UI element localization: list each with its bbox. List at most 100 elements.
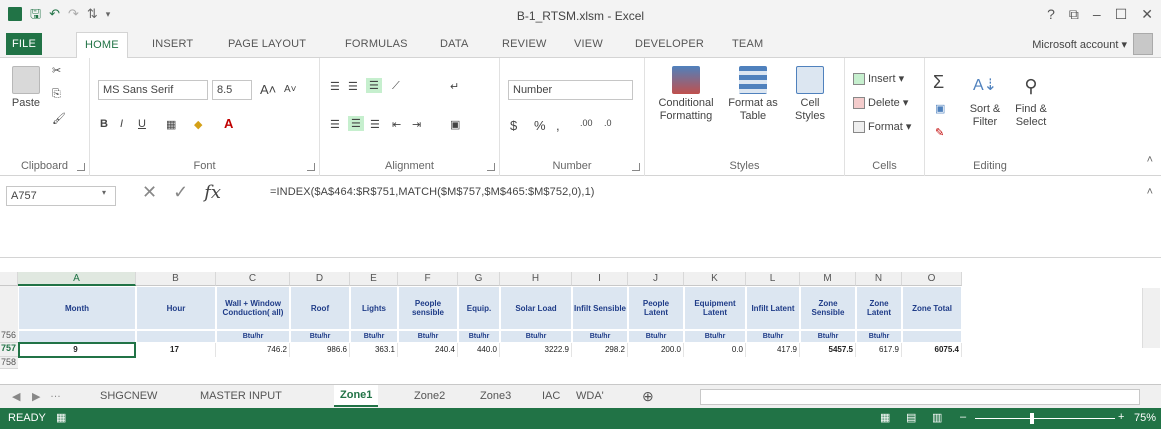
format-painter-icon[interactable]: 🖌 xyxy=(52,112,66,125)
sheet-tab-master-input[interactable]: MASTER INPUT xyxy=(200,388,282,404)
header-cell[interactable]: Infilt Sensible xyxy=(572,286,628,330)
column-header-a[interactable]: A xyxy=(18,272,136,286)
collapse-ribbon-icon[interactable]: ˄ xyxy=(1147,154,1153,166)
copy-icon[interactable]: ⎘ xyxy=(52,88,61,101)
align-right-icon[interactable]: ☰ xyxy=(370,118,380,131)
value-cell[interactable]: 0.0 xyxy=(684,343,746,357)
wrap-text-icon[interactable]: ↵ xyxy=(450,80,459,93)
maximize-button[interactable]: ☐ xyxy=(1115,6,1128,23)
horizontal-scrollbar[interactable] xyxy=(700,389,1140,405)
sort-filter-button[interactable]: A⇣ Sort & Filter xyxy=(963,72,1007,129)
conditional-formatting-button[interactable]: Conditional Formatting xyxy=(651,66,721,123)
minimize-button[interactable]: – xyxy=(1093,6,1101,23)
sheet-tab-wda[interactable]: WDA' xyxy=(576,388,604,404)
header-cell[interactable]: People sensible xyxy=(398,286,458,330)
value-cell[interactable]: 17 xyxy=(136,343,216,357)
zoom-slider[interactable] xyxy=(975,418,1115,419)
unit-cell[interactable]: Btu/hr xyxy=(398,330,458,343)
zoom-slider-thumb[interactable] xyxy=(1030,413,1034,424)
unit-cell[interactable]: Btu/hr xyxy=(290,330,350,343)
font-size-select[interactable]: 8.5 xyxy=(212,80,252,100)
borders-icon[interactable]: ▦ xyxy=(166,118,176,131)
comma-button[interactable]: , xyxy=(556,118,560,133)
value-cell[interactable]: 5457.5 xyxy=(800,343,856,357)
tab-file[interactable]: FILE xyxy=(6,33,42,55)
column-header-g[interactable]: G xyxy=(458,272,500,286)
unit-cell[interactable]: Btu/hr xyxy=(800,330,856,343)
row-header-757[interactable]: 757 xyxy=(0,343,18,357)
column-header-b[interactable]: B xyxy=(136,272,216,286)
row-header-756[interactable]: 756 xyxy=(0,330,18,343)
tab-review[interactable]: REVIEW xyxy=(502,38,547,50)
find-select-button[interactable]: ⚲ Find & Select xyxy=(1009,72,1053,129)
column-header-j[interactable]: J xyxy=(628,272,684,286)
align-bottom-icon[interactable]: ☰ xyxy=(366,78,382,93)
tab-data[interactable]: DATA xyxy=(440,38,469,50)
worksheet-grid[interactable]: ABCDEFGHIJKLMNO 755 756 757 758 MonthHou… xyxy=(0,258,1161,384)
enter-icon[interactable]: ✓ xyxy=(173,182,188,203)
value-cell[interactable]: 298.2 xyxy=(572,343,628,357)
merge-center-icon[interactable]: ▣ xyxy=(450,118,460,131)
zoom-in-icon[interactable]: + xyxy=(1118,411,1124,423)
close-button[interactable]: ✕ xyxy=(1141,6,1153,23)
shrink-font-button[interactable]: A˅ xyxy=(284,84,297,95)
ribbon-display-button[interactable]: ⧉ xyxy=(1069,6,1079,23)
number-format-select[interactable]: Number xyxy=(508,80,633,100)
value-cell[interactable]: 986.6 xyxy=(290,343,350,357)
sheet-tab-zone3[interactable]: Zone3 xyxy=(480,388,511,404)
unit-cell[interactable]: Btu/hr xyxy=(684,330,746,343)
paste-button[interactable]: Paste xyxy=(6,66,46,110)
prev-sheet-icon[interactable]: ◀ xyxy=(12,390,20,403)
column-header-d[interactable]: D xyxy=(290,272,350,286)
tab-page-layout[interactable]: PAGE LAYOUT xyxy=(228,38,306,50)
sheet-tab-zone2[interactable]: Zone2 xyxy=(414,388,445,404)
unit-cell[interactable]: Btu/hr xyxy=(628,330,684,343)
header-cell[interactable]: Zone Latent xyxy=(856,286,902,330)
align-left-icon[interactable]: ☰ xyxy=(330,118,340,131)
normal-view-icon[interactable]: ▦ xyxy=(880,411,890,424)
unit-cell[interactable]: Btu/hr xyxy=(856,330,902,343)
insert-function-icon[interactable]: fx xyxy=(204,182,221,203)
unit-cell[interactable]: Btu/hr xyxy=(746,330,800,343)
sheet-tab-iac[interactable]: IAC xyxy=(542,388,560,404)
column-header-m[interactable]: M xyxy=(800,272,856,286)
value-cell[interactable]: 746.2 xyxy=(216,343,290,357)
value-cell[interactable]: 6075.4 xyxy=(902,343,962,357)
font-launcher-icon[interactable] xyxy=(307,163,315,171)
format-button[interactable]: Format ▾ xyxy=(853,120,911,134)
macro-record-icon[interactable]: ▦ xyxy=(56,411,66,424)
name-box-dropdown-icon[interactable]: ▾ xyxy=(102,188,106,197)
header-cell[interactable]: Equip. xyxy=(458,286,500,330)
more-sheets-icon[interactable]: … xyxy=(50,388,61,400)
column-header-k[interactable]: K xyxy=(684,272,746,286)
clear-icon[interactable]: ✎ xyxy=(935,126,944,139)
cancel-icon[interactable]: ✕ xyxy=(142,182,157,203)
currency-button[interactable]: $ xyxy=(510,118,517,133)
unit-cell[interactable]: Btu/hr xyxy=(500,330,572,343)
tab-team[interactable]: TEAM xyxy=(732,38,763,50)
font-name-select[interactable]: MS Sans Serif xyxy=(98,80,208,100)
format-as-table-button[interactable]: Format as Table xyxy=(725,66,781,123)
italic-button[interactable]: I xyxy=(120,118,123,130)
cut-icon[interactable]: ✂ xyxy=(52,64,61,77)
insert-button[interactable]: Insert ▾ xyxy=(853,72,904,86)
autosum-button[interactable]: Σ xyxy=(933,72,944,93)
header-cell[interactable]: Month xyxy=(18,286,136,330)
formula-input[interactable]: =INDEX($A$464:$R$751,MATCH($M$757,$M$465… xyxy=(270,186,595,198)
unit-cell[interactable]: Btu/hr xyxy=(572,330,628,343)
number-launcher-icon[interactable] xyxy=(632,163,640,171)
fill-color-icon[interactable]: ◆ xyxy=(194,118,202,131)
column-header-c[interactable]: C xyxy=(216,272,290,286)
header-cell[interactable]: Solar Load xyxy=(500,286,572,330)
vertical-scrollbar[interactable] xyxy=(1142,288,1160,348)
zoom-level[interactable]: 75% xyxy=(1134,412,1156,424)
align-center-icon[interactable]: ☰ xyxy=(348,116,364,131)
value-cell[interactable]: 3222.9 xyxy=(500,343,572,357)
unit-cell[interactable]: Btu/hr xyxy=(216,330,290,343)
font-color-icon[interactable]: A xyxy=(224,116,233,131)
column-header-o[interactable]: O xyxy=(902,272,962,286)
value-cell[interactable]: 440.0 xyxy=(458,343,500,357)
grow-font-button[interactable]: A˄ xyxy=(260,82,276,97)
fill-icon[interactable]: ▣ xyxy=(935,102,945,115)
header-cell[interactable]: Infilt Latent xyxy=(746,286,800,330)
